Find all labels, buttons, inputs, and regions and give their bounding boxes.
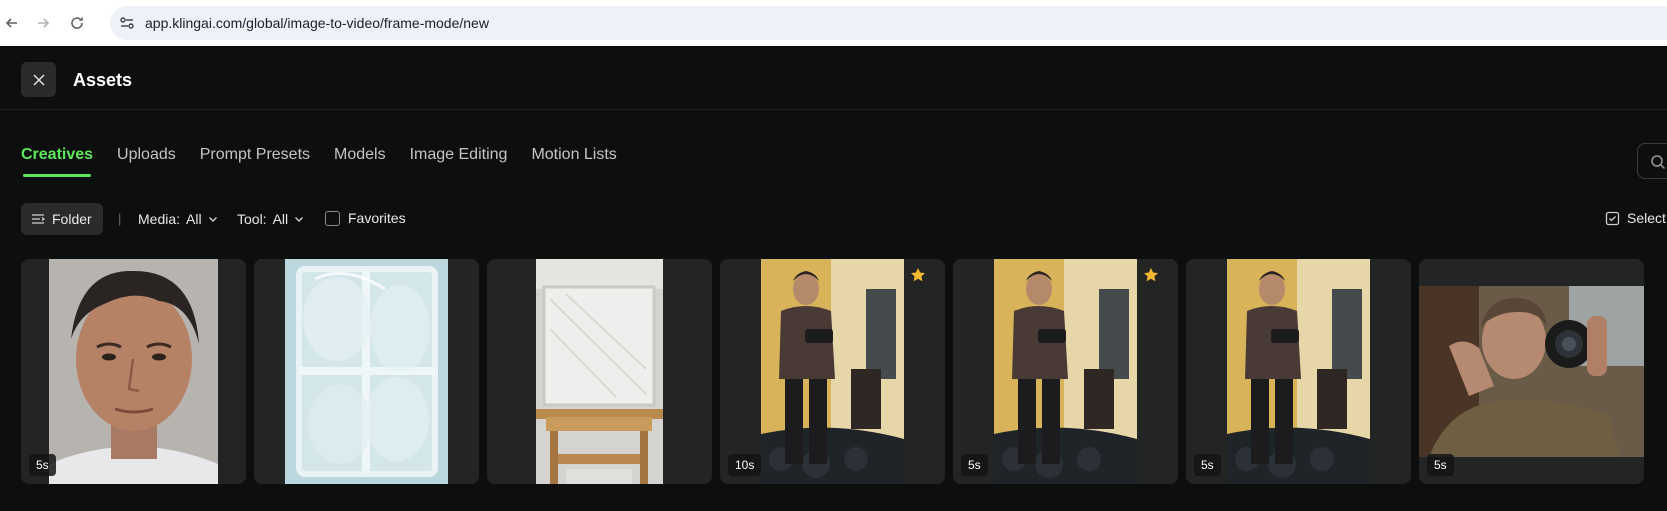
filter-separator: | [118,211,122,226]
asset-card[interactable]: 5s [953,259,1178,484]
asset-card[interactable]: 5s [1186,259,1411,484]
asset-card[interactable] [487,259,712,484]
search-button[interactable] [1637,143,1667,179]
favorites-filter[interactable]: Favorites [325,210,406,226]
site-settings-icon[interactable] [118,14,136,32]
media-filter-label: Media: [138,211,181,227]
chevron-down-icon [295,217,304,222]
search-icon [1651,155,1666,170]
back-button[interactable] [0,11,24,35]
select-button[interactable]: Select [1605,210,1666,226]
checkbox-select-icon [1605,211,1620,225]
media-filter-dropdown[interactable]: Media: All [138,211,218,227]
asset-thumbnail [1227,259,1370,484]
folder-list-icon [32,214,45,224]
chevron-down-icon [208,217,217,222]
tool-filter-label: Tool: [237,211,267,227]
asset-thumbnail [285,259,448,484]
asset-card[interactable]: 5s [21,259,246,484]
url-text[interactable]: app.klingai.com/global/image-to-video/fr… [145,15,489,31]
duration-badge: 5s [1427,454,1454,476]
forward-button[interactable] [31,11,55,35]
asset-card[interactable] [254,259,479,484]
favorite-star-icon[interactable] [1143,267,1159,283]
tab-prompt-presets[interactable]: Prompt Presets [200,146,310,178]
close-icon [32,73,45,86]
favorites-label: Favorites [348,210,406,226]
duration-badge: 10s [728,454,762,476]
arrow-left-icon [5,18,17,28]
asset-card[interactable]: 5s [1419,259,1644,484]
duration-badge: 5s [1194,454,1221,476]
tab-image-editing[interactable]: Image Editing [410,146,508,178]
assets-header: Assets [0,46,1667,110]
asset-card[interactable]: 10s [720,259,945,484]
asset-tabs: Creatives Uploads Prompt Presets Models … [21,146,641,178]
asset-thumbnail [761,259,904,484]
duration-badge: 5s [29,454,56,476]
media-filter-value: All [186,211,202,227]
close-button[interactable] [21,62,56,97]
tool-filter-dropdown[interactable]: Tool: All [237,211,304,227]
asset-thumbnail [1419,286,1644,457]
reload-button[interactable] [65,11,89,35]
page-title: Assets [73,70,133,90]
browser-toolbar: app.klingai.com/global/image-to-video/fr… [0,0,1667,46]
arrow-right-icon [38,18,50,28]
tool-filter-value: All [272,211,289,227]
tab-models[interactable]: Models [334,146,386,178]
asset-thumbnail [994,259,1137,484]
asset-thumbnail [536,259,663,484]
asset-thumbnail [49,259,218,484]
tab-creatives[interactable]: Creatives [21,146,93,178]
reload-icon [71,17,83,29]
folder-label: Folder [52,211,92,227]
select-label: Select [1627,210,1666,226]
duration-badge: 5s [961,454,988,476]
folder-button[interactable]: Folder [21,203,103,235]
tab-uploads[interactable]: Uploads [117,146,176,178]
favorites-checkbox[interactable] [325,210,340,226]
address-bar[interactable]: app.klingai.com/global/image-to-video/fr… [110,6,1667,40]
favorite-star-icon[interactable] [910,267,926,283]
tab-motion-lists[interactable]: Motion Lists [531,146,616,178]
